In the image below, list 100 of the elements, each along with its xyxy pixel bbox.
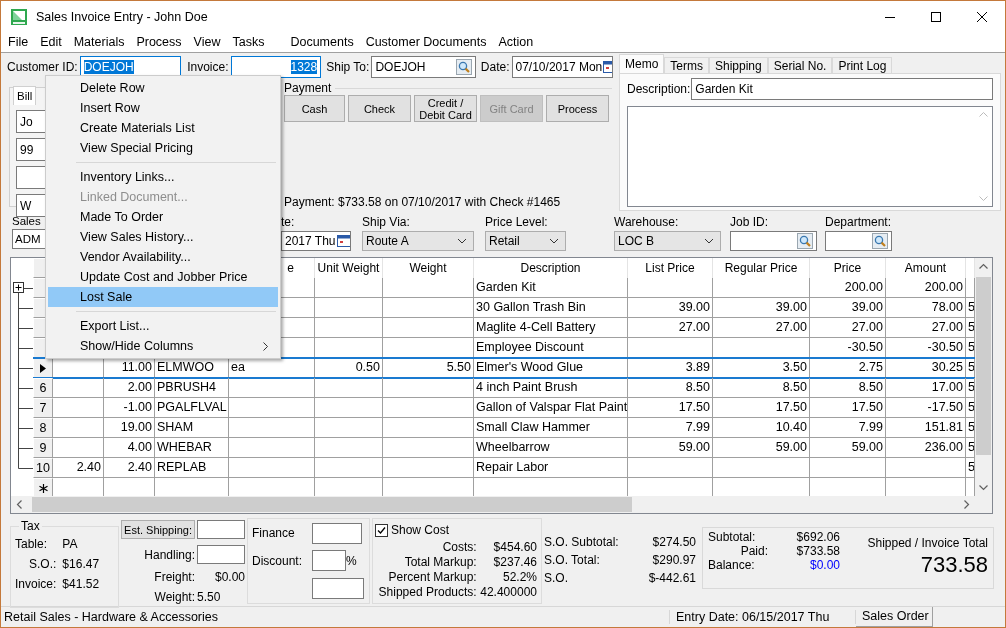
table-cell: 17.50 (810, 398, 886, 418)
row-header[interactable]: 7 (33, 398, 53, 418)
menu-item[interactable]: View Special Pricing (48, 138, 278, 158)
field-label: te: (281, 215, 295, 229)
field-label: Paid: (739, 544, 768, 558)
input-field[interactable] (312, 550, 346, 572)
table-cell: 5.50 (383, 358, 474, 378)
menu-item[interactable]: Lost Sale (48, 287, 278, 307)
menu-item[interactable]: Create Materials List (48, 118, 278, 138)
table-cell: 27.00 (810, 318, 886, 338)
column-header[interactable]: Unit Weight (315, 258, 383, 278)
tab[interactable]: Terms (664, 57, 709, 73)
horizontal-scrollbar[interactable] (11, 496, 992, 513)
input-field[interactable]: DOEJOH (371, 56, 476, 78)
scrollbar-thumb[interactable] (32, 497, 632, 512)
payment-button[interactable]: Credit / Debit Card (414, 95, 477, 122)
tab[interactable]: Print Log (832, 57, 893, 73)
date-field[interactable]: 2017 Thu (281, 231, 351, 251)
dropdown[interactable]: Route A (362, 231, 474, 251)
field-label: Discount: (252, 554, 304, 568)
est-shipping-button[interactable]: Est. Shipping: (121, 520, 195, 540)
tab[interactable]: Bill (13, 86, 37, 105)
table-cell: Maglite 4-Cell Battery (474, 318, 628, 338)
payment-button[interactable]: Cash (284, 95, 345, 122)
tree-line (18, 358, 33, 378)
menu-item[interactable]: Action (492, 35, 540, 49)
input-field[interactable] (197, 545, 245, 565)
table-cell: 2.40 (104, 458, 155, 478)
tab[interactable]: Shipping (709, 57, 768, 73)
search-icon[interactable] (797, 233, 813, 249)
menu-item[interactable]: Vendor Availability... (48, 247, 278, 267)
row-header[interactable] (33, 358, 53, 378)
calendar-icon[interactable] (335, 233, 350, 249)
vertical-scrollbar[interactable] (975, 258, 992, 496)
field-label: S.O.: (28, 557, 57, 571)
payment-button[interactable]: Process (546, 95, 609, 122)
chevron-down-icon[interactable] (549, 238, 559, 244)
value-text: 42.400000 (479, 585, 537, 599)
menu-item[interactable]: Customer Documents (359, 35, 493, 49)
row-header[interactable]: 6 (33, 378, 53, 398)
table-cell: Elmer's Wood Glue (474, 358, 628, 378)
value-text: $274.50 (651, 535, 696, 549)
table-cell: -17.50 (886, 398, 966, 418)
row-header[interactable]: 10 (33, 458, 53, 478)
chevron-down-icon[interactable] (704, 238, 714, 244)
tab[interactable]: Memo (619, 54, 665, 73)
table-cell: PGALFLVAL (155, 398, 229, 418)
menu-item[interactable]: View (187, 35, 227, 49)
menu-item[interactable]: Show/Hide Columns (48, 336, 278, 356)
payment-button[interactable]: Check (348, 95, 411, 122)
row-header[interactable]: 8 (33, 418, 53, 438)
value-text: $-442.61 (647, 571, 696, 585)
table-cell (315, 418, 383, 438)
menu-item[interactable]: Made To Order (48, 207, 278, 227)
table-cell (315, 298, 383, 318)
table-cell: WHEBAR (155, 438, 229, 458)
value-text: $290.97 (651, 553, 696, 567)
date-field[interactable]: 07/10/2017 Mon (511, 56, 613, 78)
input-field[interactable] (312, 522, 362, 544)
value-text: $454.60 (492, 540, 537, 554)
maximize-icon (931, 11, 941, 22)
menu-item[interactable]: Materials (67, 35, 131, 49)
field-label: Ship Via: (362, 215, 410, 229)
input-field[interactable]: DOEJOH (79, 56, 182, 78)
menu-item[interactable]: Insert Row (48, 98, 278, 118)
table-cell: 3.50 (713, 358, 810, 378)
menu-item[interactable]: File (2, 35, 35, 49)
expand-icon[interactable] (13, 282, 24, 293)
field-label: Ship To: (326, 60, 370, 74)
search-icon[interactable] (455, 59, 472, 75)
menu-item[interactable]: Documents (284, 35, 360, 49)
input-field[interactable] (312, 578, 364, 600)
field-label: Subtotal: (708, 530, 757, 544)
input-field[interactable]: 1328 (230, 56, 322, 78)
field-label: Customer ID: (7, 60, 78, 74)
menu-item[interactable]: Edit (34, 35, 68, 49)
menu-item[interactable]: Delete Row (48, 78, 278, 98)
dropdown[interactable]: Retail (485, 231, 566, 251)
menu-item[interactable]: Inventory Links... (48, 167, 278, 187)
status-text: Sales Order (856, 606, 933, 627)
menu-item[interactable]: Tasks (226, 35, 271, 49)
field-label: S.O. Total: (544, 553, 601, 567)
search-icon[interactable] (872, 233, 888, 249)
checkbox[interactable] (375, 523, 388, 537)
tab[interactable]: Serial No. (767, 57, 833, 73)
chevron-down-icon[interactable] (457, 238, 467, 244)
table-cell: 2.40 (53, 458, 104, 478)
input-field[interactable] (825, 231, 892, 251)
input-field[interactable] (197, 520, 245, 540)
row-header[interactable]: 9 (33, 438, 53, 458)
field-label: Handling: (143, 547, 195, 562)
menu-item[interactable]: Process (130, 35, 188, 49)
dropdown[interactable]: LOC B (614, 231, 721, 251)
menu-item[interactable]: Update Cost and Jobber Price (48, 267, 278, 287)
row-header[interactable] (33, 478, 53, 496)
menu-item[interactable]: Export List... (48, 316, 278, 336)
menu-item[interactable]: View Sales History... (48, 227, 278, 247)
scrollbar-thumb[interactable] (976, 277, 991, 455)
input-field[interactable]: Garden Kit (691, 78, 993, 100)
input-field[interactable] (730, 231, 817, 251)
